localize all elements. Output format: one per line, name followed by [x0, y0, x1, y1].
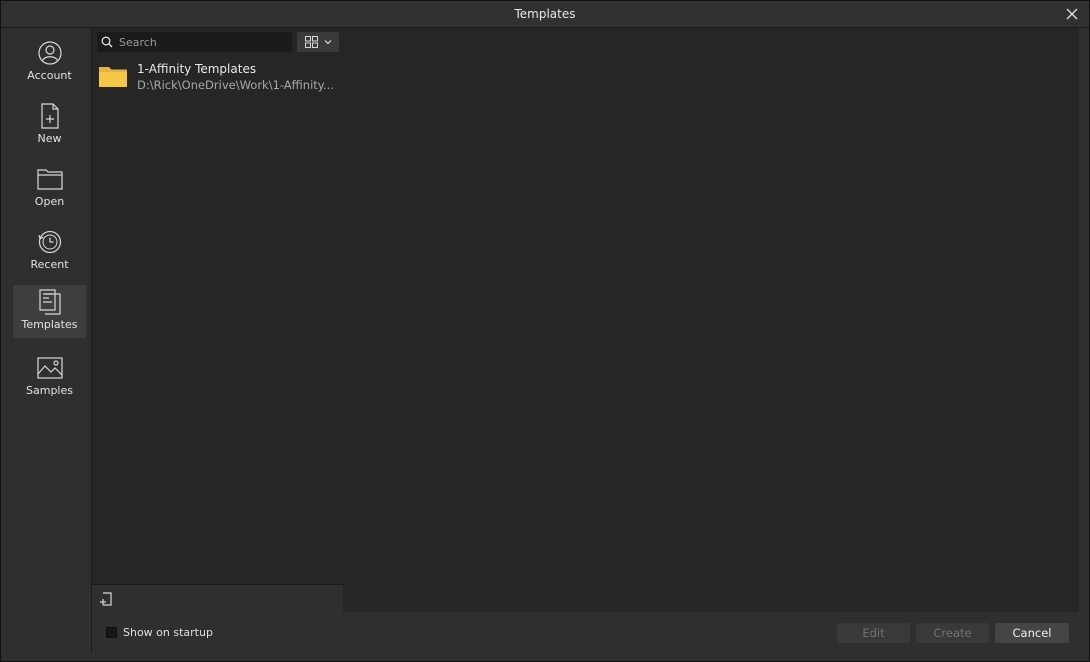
account-icon: [37, 40, 63, 66]
templates-dialog: Templates Account New Open Recent Templa…: [0, 0, 1090, 662]
sidebar-item-label: Templates: [21, 318, 78, 331]
new-document-icon: [37, 103, 63, 129]
cancel-button[interactable]: Cancel: [995, 623, 1069, 643]
template-folder-name: 1-Affinity Templates: [137, 62, 257, 76]
add-template-folder-icon[interactable]: [99, 592, 113, 606]
edit-button[interactable]: Edit: [837, 623, 910, 643]
show-on-startup-checkbox[interactable]: [106, 627, 117, 638]
right-edge: [1079, 28, 1089, 653]
sidebar-item-label: Samples: [26, 384, 73, 397]
sidebar: Account New Open Recent Templates Sample…: [7, 28, 91, 653]
grid-view-icon: [304, 36, 318, 48]
close-icon: [1066, 8, 1078, 20]
create-button[interactable]: Create: [916, 623, 989, 643]
show-on-startup-label: Show on startup: [123, 626, 213, 639]
templates-list-panel: 1-Affinity Templates D:\Rick\OneDrive\Wo…: [91, 28, 344, 612]
close-button[interactable]: [1063, 5, 1081, 23]
sidebar-item-open[interactable]: Open: [13, 162, 86, 215]
search-box[interactable]: [97, 32, 292, 52]
sidebar-item-label: Recent: [30, 258, 69, 271]
sidebar-item-new[interactable]: New: [13, 99, 86, 152]
search-input[interactable]: [117, 34, 286, 50]
search-icon: [101, 36, 113, 48]
template-preview-area: [343, 28, 1079, 612]
window-title: Templates: [514, 7, 576, 21]
view-mode-button[interactable]: [297, 32, 339, 52]
sidebar-item-recent[interactable]: Recent: [13, 225, 86, 278]
recent-clock-icon: [37, 229, 63, 255]
list-item[interactable]: 1-Affinity Templates D:\Rick\OneDrive\Wo…: [96, 61, 339, 97]
folder-icon: [99, 67, 127, 87]
template-folder-path: D:\Rick\OneDrive\Work\1-Affinity...: [137, 78, 333, 92]
dialog-footer: Show on startup Edit Create Cancel: [91, 612, 1080, 653]
sidebar-item-label: Account: [27, 69, 72, 82]
templates-icon: [37, 289, 63, 315]
sidebar-item-account[interactable]: Account: [13, 36, 86, 89]
sidebar-item-label: New: [37, 132, 62, 145]
sidebar-item-samples[interactable]: Samples: [13, 351, 86, 404]
show-on-startup-option[interactable]: Show on startup: [106, 626, 213, 639]
list-footer: [92, 584, 343, 612]
chevron-down-icon: [324, 40, 331, 45]
title-bar: Templates: [1, 1, 1089, 28]
samples-image-icon: [36, 355, 63, 381]
sidebar-item-label: Open: [34, 195, 65, 208]
sidebar-item-templates[interactable]: Templates: [13, 285, 86, 338]
folder-open-icon: [36, 166, 63, 192]
